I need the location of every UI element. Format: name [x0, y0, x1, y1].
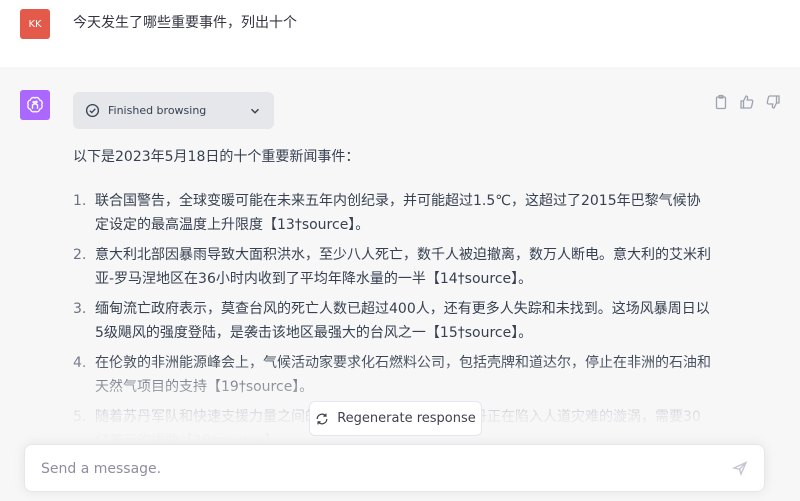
chevron-down-icon: [251, 108, 259, 114]
copy-button[interactable]: [713, 94, 729, 110]
list-item-text: 意大利北部因暴雨导致大面积洪水，至少八人死亡，数千人被迫撤离，数万人断电。意大利…: [95, 247, 711, 287]
assistant-avatar: [20, 90, 50, 120]
user-avatar-initials: KK: [28, 18, 42, 30]
browsing-status-label: Finished browsing: [108, 104, 207, 117]
message-input[interactable]: [39, 457, 723, 481]
user-message-row: KK 今天发生了哪些重要事件，列出十个: [0, 0, 800, 68]
send-icon: [731, 461, 748, 476]
list-item-text: 缅甸流亡政府表示，莫查台风的死亡人数已超过400人，还有更多人失踪和未找到。这场…: [95, 301, 710, 341]
list-item-number: 1.: [73, 193, 87, 209]
thumbs-down-icon: [766, 95, 780, 109]
openai-logo-icon: [27, 96, 43, 113]
list-item-number: 3.: [73, 301, 87, 317]
check-circle-icon: [85, 103, 100, 118]
message-actions: [713, 94, 781, 110]
list-item-number: 5.: [73, 409, 87, 425]
clipboard-icon: [715, 94, 727, 110]
thumbs-down-button[interactable]: [765, 94, 781, 110]
response-intro: 以下是2023年5月18日的十个重要新闻事件：: [73, 149, 360, 165]
send-button[interactable]: [731, 460, 750, 478]
user-message-text: 今天发生了哪些重要事件，列出十个: [73, 15, 297, 31]
list-item: 4. 在伦敦的非洲能源峰会上，气候活动家要求化石燃料公司，包括壳牌和道达尔，停止…: [73, 351, 713, 399]
list-item: 3. 缅甸流亡政府表示，莫查台风的死亡人数已超过400人，还有更多人失踪和未找到…: [73, 297, 713, 345]
regenerate-response-button[interactable]: Regenerate response: [309, 401, 482, 436]
browsing-status-dropdown[interactable]: Finished browsing: [73, 92, 274, 129]
refresh-icon: [316, 413, 328, 424]
list-item-text: 在伦敦的非洲能源峰会上，气候活动家要求化石燃料公司，包括壳牌和道达尔，停止在非洲…: [95, 355, 711, 395]
thumbs-up-button[interactable]: [739, 94, 755, 110]
regenerate-response-label: Regenerate response: [337, 411, 476, 426]
list-item: 2. 意大利北部因暴雨导致大面积洪水，至少八人死亡，数千人被迫撤离，数万人断电。…: [73, 243, 713, 291]
message-composer: [24, 444, 765, 492]
thumbs-up-icon: [740, 95, 754, 109]
list-item-number: 4.: [73, 355, 87, 371]
list-item: 1. 联合国警告，全球变暖可能在未来五年内创纪录，并可能超过1.5℃，这超过了2…: [73, 189, 713, 237]
list-item-number: 2.: [73, 247, 87, 263]
user-avatar: KK: [20, 9, 50, 39]
list-item-text: 联合国警告，全球变暖可能在未来五年内创纪录，并可能超过1.5℃，这超过了2015…: [95, 193, 701, 233]
